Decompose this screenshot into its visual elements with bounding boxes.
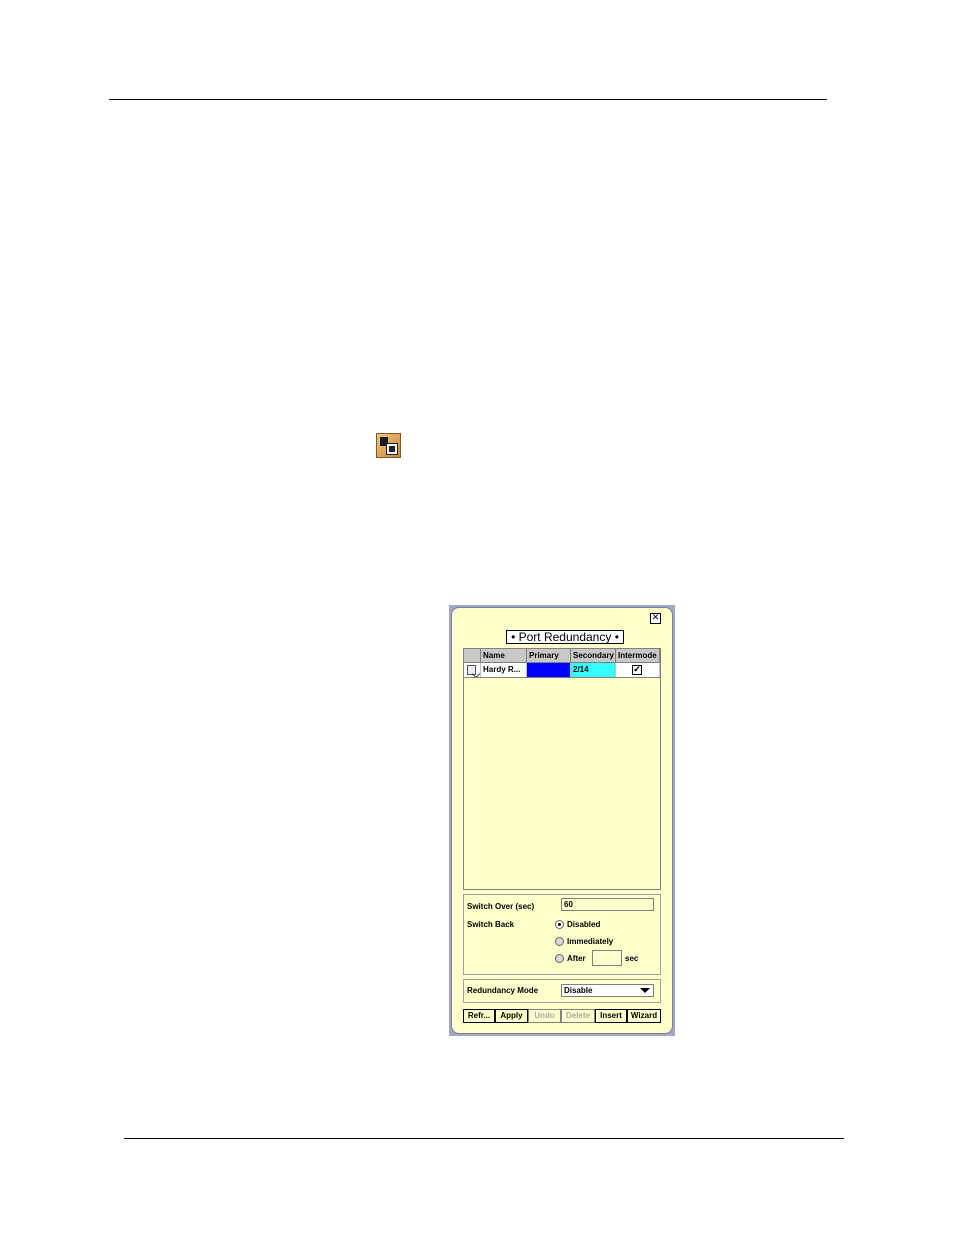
radio-after[interactable] (555, 954, 564, 963)
radio-immediately[interactable] (555, 937, 564, 946)
port-redundancy-window-frame: ✕ • Port Redundancy • Name Primary Secon… (449, 605, 675, 1036)
column-header-name[interactable]: Name (481, 649, 527, 663)
cell-primary[interactable]: 1/14 (527, 663, 571, 677)
row-icon-cell (464, 663, 481, 677)
redundancy-mode-label: Redundancy Mode (467, 986, 539, 995)
refresh-button[interactable]: Refr... (463, 1009, 495, 1023)
redundancy-table: Name Primary Secondary Intermode Hardy R… (463, 648, 661, 890)
cell-intermode[interactable]: ✔ (616, 663, 660, 677)
redundancy-mode-group: Redundancy Mode Disable (463, 979, 661, 1003)
apply-button[interactable]: Apply (495, 1009, 528, 1023)
redundancy-mode-value: Disable (564, 986, 593, 995)
redundancy-mode-select[interactable]: Disable (561, 984, 654, 997)
tool-icon-part (389, 446, 395, 452)
intermode-checkbox[interactable]: ✔ (632, 665, 642, 675)
column-header-icon (464, 649, 481, 663)
table-row[interactable]: Hardy R... 1/14 2/14 ✔ (464, 663, 660, 678)
close-button[interactable]: ✕ (650, 613, 661, 624)
column-header-intermode[interactable]: Intermode (616, 649, 660, 663)
cell-name[interactable]: Hardy R... (481, 663, 527, 677)
column-header-secondary[interactable]: Secondary (571, 649, 616, 663)
chevron-down-icon[interactable] (640, 988, 650, 993)
port-redundancy-tool-icon (376, 433, 401, 458)
radio-disabled-label: Disabled (567, 920, 601, 929)
radio-after-label: After (567, 954, 586, 963)
radio-immediately-label: Immediately (567, 937, 614, 946)
delete-button[interactable]: Delete (561, 1009, 595, 1023)
header-rule (109, 99, 827, 100)
insert-button[interactable]: Insert (595, 1009, 627, 1023)
column-header-primary[interactable]: Primary (527, 649, 571, 663)
cell-secondary[interactable]: 2/14 (571, 663, 616, 677)
switch-over-input[interactable]: 60 (561, 898, 654, 911)
footer-rule (124, 1138, 844, 1139)
window-title: • Port Redundancy • (506, 630, 624, 644)
switch-settings-group: Switch Over (sec) 60 Switch Back Disable… (463, 894, 661, 975)
wizard-button[interactable]: Wizard (627, 1009, 661, 1023)
after-seconds-input[interactable] (592, 950, 622, 966)
after-unit-label: sec (625, 954, 639, 963)
port-redundancy-window: ✕ • Port Redundancy • Name Primary Secon… (451, 607, 673, 1034)
radio-disabled[interactable] (555, 920, 564, 929)
edit-row-icon (467, 665, 476, 675)
table-header: Name Primary Secondary Intermode (464, 649, 660, 663)
undo-button[interactable]: Undo (528, 1009, 561, 1023)
switch-back-label: Switch Back (467, 920, 515, 929)
switch-over-label: Switch Over (sec) (467, 902, 535, 911)
